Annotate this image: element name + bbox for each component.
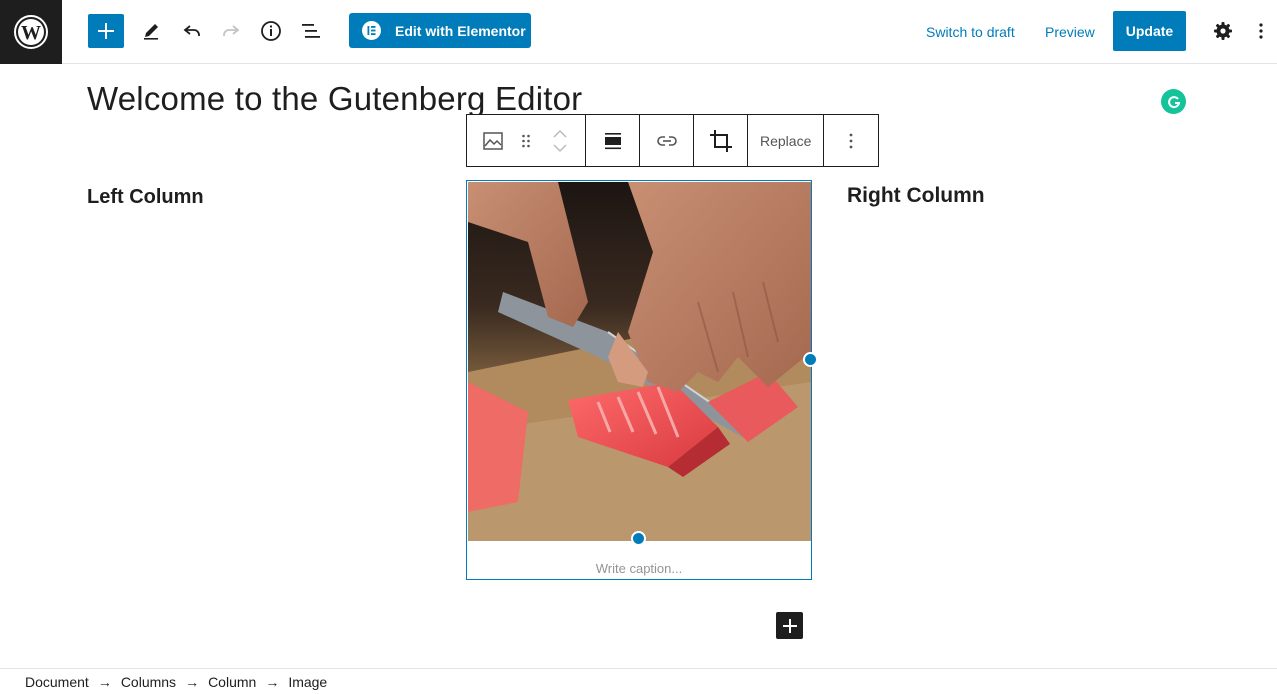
tools-button[interactable] xyxy=(133,14,169,48)
more-options-button[interactable] xyxy=(1245,14,1277,48)
list-view-button[interactable] xyxy=(293,14,329,48)
block-more-options-button[interactable] xyxy=(824,115,877,166)
list-view-icon xyxy=(302,24,320,38)
more-vertical-icon xyxy=(1259,23,1263,39)
block-appender-button[interactable] xyxy=(776,612,803,639)
gear-icon xyxy=(1214,22,1232,40)
block-toolbar-group-more xyxy=(824,115,877,166)
edit-with-elementor-label: Edit with Elementor xyxy=(395,22,526,39)
details-button[interactable] xyxy=(253,14,289,48)
grammarly-button[interactable] xyxy=(1161,89,1186,114)
block-image[interactable] xyxy=(468,182,811,541)
wordpress-icon: W xyxy=(14,15,48,49)
undo-button[interactable] xyxy=(174,14,210,48)
image-caption-input[interactable]: Write caption... xyxy=(467,561,811,576)
block-toolbar: Replace xyxy=(466,114,879,167)
pen-icon xyxy=(144,24,158,40)
plus-icon xyxy=(782,618,797,633)
drag-handle[interactable] xyxy=(519,115,535,166)
move-down-icon[interactable] xyxy=(552,143,568,153)
insert-link-button[interactable] xyxy=(640,115,693,166)
edit-with-elementor-button[interactable]: Edit with Elementor xyxy=(349,13,531,48)
block-breadcrumb: Document → Columns → Column → Image xyxy=(0,668,1277,694)
redo-icon xyxy=(223,25,240,36)
block-toolbar-group-align xyxy=(586,115,640,166)
link-icon xyxy=(656,135,677,146)
breadcrumb-item[interactable]: Column xyxy=(208,674,256,690)
breadcrumb-separator: → xyxy=(185,673,200,690)
align-button[interactable] xyxy=(586,115,639,166)
replace-button[interactable]: Replace xyxy=(748,115,823,166)
more-vertical-icon xyxy=(849,133,852,148)
svg-text:W: W xyxy=(21,22,41,44)
breadcrumb-item[interactable]: Document xyxy=(25,674,89,690)
align-icon xyxy=(604,132,621,149)
block-type-button[interactable] xyxy=(467,115,519,166)
breadcrumb-item[interactable]: Columns xyxy=(121,674,176,690)
undo-icon xyxy=(183,25,200,36)
crop-button[interactable] xyxy=(694,115,747,166)
post-title[interactable]: Welcome to the Gutenberg Editor xyxy=(87,80,582,118)
image-block[interactable]: Write caption... xyxy=(466,180,818,580)
redo-button[interactable] xyxy=(213,14,249,48)
plus-icon xyxy=(98,23,114,39)
block-toolbar-group-crop xyxy=(694,115,748,166)
block-toolbar-group-replace: Replace xyxy=(748,115,824,166)
drag-handle-icon xyxy=(522,134,531,147)
grammarly-icon xyxy=(1167,95,1180,108)
block-toolbar-group-move xyxy=(467,115,586,166)
info-icon xyxy=(261,21,281,41)
settings-button[interactable] xyxy=(1205,14,1241,48)
left-column-heading[interactable]: Left Column xyxy=(87,186,204,209)
crop-icon xyxy=(709,129,732,152)
switch-to-draft-button[interactable]: Switch to draft xyxy=(926,24,1015,40)
replace-label: Replace xyxy=(760,132,812,149)
editor-header: W Edit with Elementor Switch to draft Pr… xyxy=(0,0,1277,64)
right-column-heading[interactable]: Right Column xyxy=(847,184,985,208)
image-icon xyxy=(483,131,503,150)
resize-handle-bottom[interactable] xyxy=(631,531,646,546)
breadcrumb-separator: → xyxy=(265,673,280,690)
resize-handle-right[interactable] xyxy=(803,352,818,367)
breadcrumb-separator: → xyxy=(97,673,112,690)
fish-cutting-photo xyxy=(468,182,811,541)
move-up-icon[interactable] xyxy=(552,129,568,139)
wordpress-logo[interactable]: W xyxy=(0,0,62,64)
move-buttons xyxy=(534,115,585,166)
block-toolbar-group-link xyxy=(640,115,694,166)
breadcrumb-item-current[interactable]: Image xyxy=(288,674,327,690)
update-button[interactable]: Update xyxy=(1113,11,1186,51)
preview-button[interactable]: Preview xyxy=(1045,24,1095,40)
elementor-icon xyxy=(362,21,381,40)
block-inserter-button[interactable] xyxy=(88,14,124,48)
